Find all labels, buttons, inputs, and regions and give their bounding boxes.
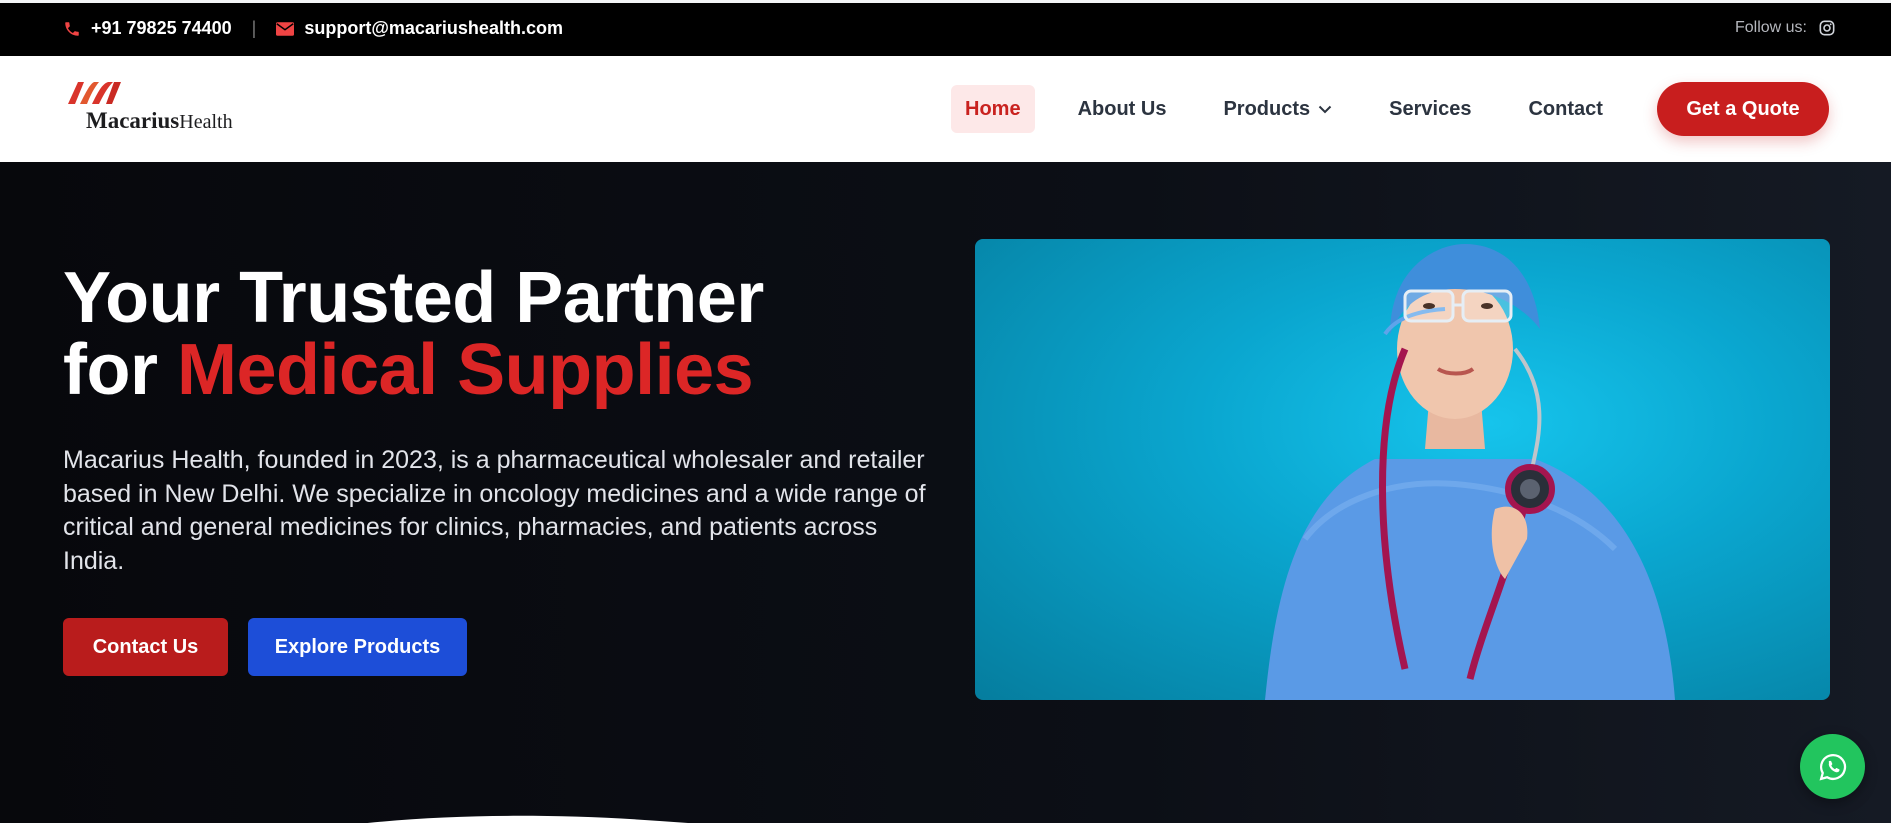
- brand-name-bold: Macarius: [86, 108, 180, 133]
- nav-about-label: About Us: [1077, 98, 1167, 120]
- nav-products-label: Products: [1223, 98, 1311, 120]
- social-follow: Follow us:: [1735, 19, 1835, 37]
- main-nav: Home About Us Products Services Contact: [951, 85, 1646, 133]
- get-a-quote-button[interactable]: Get a Quote: [1657, 82, 1829, 136]
- chevron-down-icon: [1318, 105, 1332, 113]
- hero-title-accent: Medical Supplies: [177, 330, 754, 410]
- follow-label: Follow us:: [1734, 19, 1807, 36]
- nav-about-us[interactable]: About Us: [1064, 85, 1181, 133]
- hero-image: [975, 239, 1830, 700]
- nav-services-label: Services: [1389, 98, 1472, 120]
- contact-info: +91 79825 74400 | support@macariushealth…: [63, 18, 563, 39]
- email-link[interactable]: support@macariushealth.com: [276, 18, 563, 39]
- brand-name: MacariusHealth: [86, 108, 233, 134]
- email-address: support@macariushealth.com: [304, 18, 563, 38]
- hero-title-line1: Your Trusted Partner: [63, 258, 764, 338]
- contact-us-button[interactable]: Contact Us: [63, 618, 228, 676]
- doctor-illustration: [1265, 244, 1675, 700]
- explore-products-button[interactable]: Explore Products: [248, 618, 467, 676]
- nav-contact[interactable]: Contact: [1514, 85, 1616, 133]
- phone-number: +91 79825 74400: [91, 18, 232, 38]
- hero-title: Your Trusted Partner for Medical Supplie…: [63, 262, 764, 406]
- brand-logo[interactable]: MacariusHealth: [66, 78, 266, 140]
- mail-icon: [276, 21, 295, 36]
- nav-services[interactable]: Services: [1375, 85, 1485, 133]
- section-divider-wave: [367, 815, 688, 823]
- whatsapp-button[interactable]: [1800, 734, 1865, 799]
- hero-title-prefix: for: [63, 330, 158, 410]
- nav-home-label: Home: [965, 98, 1021, 120]
- nav-home[interactable]: Home: [951, 85, 1035, 133]
- hero-description: Macarius Health, founded in 2023, is a p…: [63, 446, 926, 575]
- nav-contact-label: Contact: [1528, 98, 1603, 120]
- nav-products[interactable]: Products: [1209, 85, 1346, 133]
- phone-icon: [63, 20, 81, 38]
- whatsapp-icon: [1819, 753, 1846, 780]
- phone-link[interactable]: +91 79825 74400: [63, 18, 232, 39]
- logo-mark-icon: [68, 82, 121, 104]
- top-bar: +91 79825 74400 | support@macariushealth…: [0, 0, 1891, 56]
- topbar-separator: |: [251, 18, 257, 38]
- instagram-icon[interactable]: [1819, 20, 1835, 36]
- brand-name-light: Health: [179, 111, 233, 133]
- hero-section: Your Trusted Partner for Medical Supplie…: [0, 162, 1891, 823]
- site-header: MacariusHealth Home About Us Products Se…: [0, 56, 1891, 162]
